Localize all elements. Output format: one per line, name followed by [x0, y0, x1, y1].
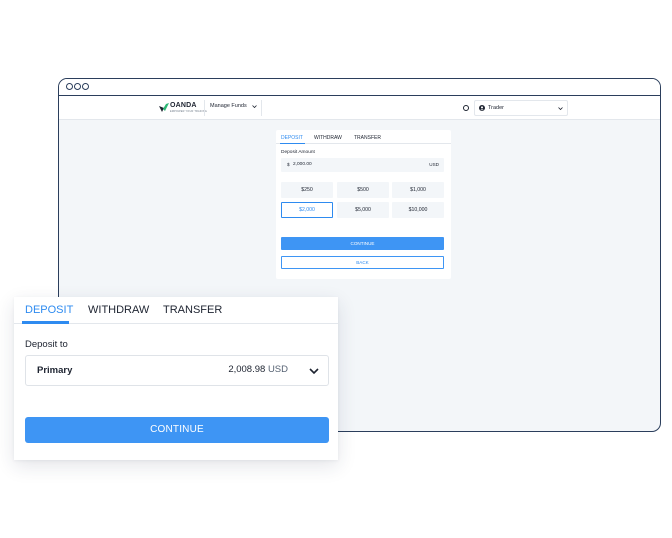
chevron-down-icon: [558, 107, 563, 111]
back-button[interactable]: BACK: [281, 256, 444, 269]
balance-currency: USD: [267, 364, 288, 375]
window-close-dot[interactable]: [66, 83, 73, 90]
account-select[interactable]: Primary 2,008.98 USD: [25, 355, 329, 386]
preset-amount-button-selected[interactable]: $2,000: [281, 202, 333, 218]
chevron-down-icon[interactable]: [252, 104, 257, 109]
continue-button[interactable]: CONTINUE: [25, 417, 329, 443]
logo-mark-icon: [159, 103, 169, 112]
window-maximize-dot[interactable]: [82, 83, 89, 90]
tab-transfer[interactable]: TRANSFER: [354, 135, 381, 141]
deposit-to-label: Deposit to: [25, 339, 68, 350]
currency-symbol: $: [287, 162, 290, 167]
account-balance: 2,008.98 USD: [228, 364, 288, 375]
window-minimize-dot[interactable]: [74, 83, 81, 90]
mini-tab-bar: DEPOSIT WITHDRAW TRANSFER: [276, 130, 451, 144]
active-tab-indicator: [280, 143, 305, 144]
deposit-card-large: DEPOSIT WITHDRAW TRANSFER Deposit to Pri…: [14, 297, 338, 460]
tab-deposit[interactable]: DEPOSIT: [25, 304, 73, 316]
deposit-amount-input[interactable]: $ 2,000.00 USD: [281, 158, 444, 172]
top-navbar: OANDA EMPOWER YOUR TRADING Manage Funds …: [59, 96, 660, 120]
deposit-amount-label: Deposit Amount: [281, 150, 315, 155]
oanda-logo[interactable]: OANDA EMPOWER YOUR TRADING: [159, 102, 207, 116]
balance-value: 2,008.98: [228, 364, 266, 375]
tab-deposit[interactable]: DEPOSIT: [281, 135, 303, 141]
tab-bar: DEPOSIT WITHDRAW TRANSFER: [14, 297, 338, 324]
tab-withdraw[interactable]: WITHDRAW: [314, 135, 342, 141]
tab-transfer[interactable]: TRANSFER: [163, 304, 222, 316]
nav-divider: [204, 100, 205, 116]
preset-amount-button[interactable]: $250: [281, 182, 333, 198]
deposit-amount-value: 2,000.00: [293, 162, 312, 167]
logo-text: OANDA: [170, 102, 197, 109]
continue-button[interactable]: CONTINUE: [281, 237, 444, 250]
deposit-card-small: DEPOSIT WITHDRAW TRANSFER Deposit Amount…: [276, 130, 451, 279]
tab-withdraw[interactable]: WITHDRAW: [88, 304, 149, 316]
logo-tagline: EMPOWER YOUR TRADING: [170, 110, 207, 113]
notification-icon[interactable]: [463, 105, 469, 111]
user-name: Trader: [488, 105, 504, 111]
user-icon: [479, 105, 485, 111]
preset-amount-button[interactable]: $1,000: [392, 182, 444, 198]
currency-code: USD: [429, 162, 439, 167]
preset-amount-button[interactable]: $5,000: [337, 202, 389, 218]
user-menu[interactable]: Trader: [474, 100, 568, 116]
chevron-down-icon: [309, 368, 319, 375]
preset-amount-button[interactable]: $10,000: [392, 202, 444, 218]
manage-funds-menu[interactable]: Manage Funds: [210, 103, 247, 109]
preset-amount-button[interactable]: $500: [337, 182, 389, 198]
active-tab-indicator: [22, 321, 69, 324]
window-titlebar: [59, 79, 660, 96]
account-name: Primary: [37, 365, 73, 376]
nav-divider: [261, 100, 262, 116]
